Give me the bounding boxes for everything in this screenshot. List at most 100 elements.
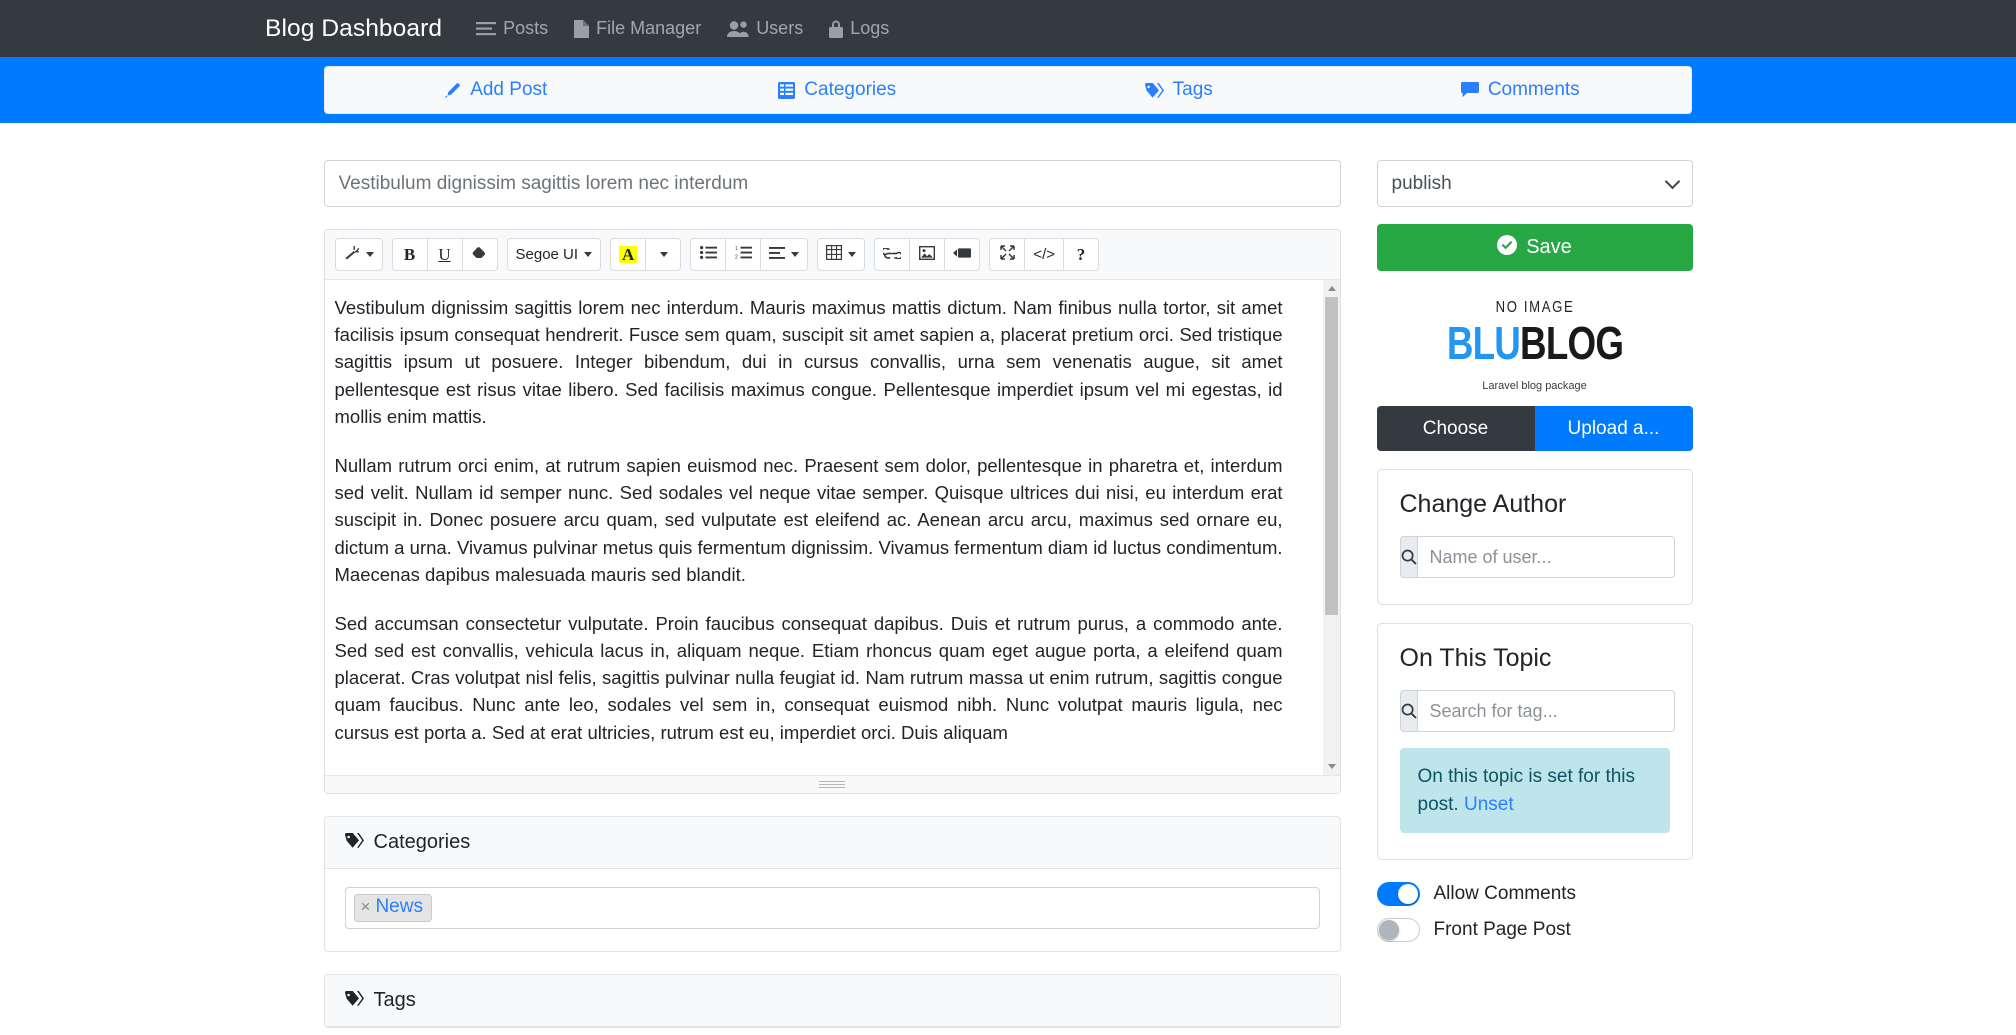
tags-card: Tags <box>323 974 1341 1028</box>
color-dropdown-button[interactable] <box>645 238 682 271</box>
scroll-up-arrow[interactable] <box>1323 280 1340 297</box>
brand-title[interactable]: Blog Dashboard <box>265 15 442 43</box>
top-navbar: Blog Dashboard Posts File Manager Users … <box>0 0 2016 57</box>
editor-content-area[interactable]: Vestibulum dignissim sagittis lorem nec … <box>324 280 1340 775</box>
comment-icon <box>1460 82 1479 98</box>
nav-item-file-manager[interactable]: File Manager <box>574 18 701 39</box>
scrollbar-track[interactable] <box>1323 297 1340 758</box>
allow-comments-row[interactable]: Allow Comments <box>1376 882 1693 907</box>
ordered-list-button[interactable]: 1 2 <box>725 238 762 271</box>
list-icon <box>476 21 497 37</box>
editor-toolbar: B U Segoe UI A 1 2 </> ? <box>324 230 1340 280</box>
list-group: 1 2 <box>690 238 809 271</box>
nav-label-file-manager: File Manager <box>596 18 702 38</box>
view-group: </> ? <box>989 238 1100 271</box>
video-button[interactable] <box>944 238 981 271</box>
categories-select[interactable]: × News <box>344 887 1320 929</box>
tab-label-comments: Comments <box>1487 79 1580 100</box>
font-color-group: A <box>610 238 682 271</box>
topic-search-input[interactable] <box>1416 690 1675 733</box>
magic-style-button[interactable] <box>334 238 383 271</box>
no-image-label: NO IMAGE <box>1495 299 1574 316</box>
allow-comments-label: Allow Comments <box>1433 883 1577 905</box>
save-button[interactable]: Save <box>1376 224 1693 271</box>
chip-remove-icon[interactable]: × <box>361 897 371 917</box>
post-status-select[interactable]: publish <box>1376 160 1693 207</box>
table-button[interactable] <box>817 238 866 271</box>
search-icon <box>1399 536 1417 579</box>
author-search-input[interactable] <box>1416 536 1675 579</box>
front-page-post-toggle[interactable] <box>1376 918 1420 943</box>
page-body: B U Segoe UI A <box>0 123 2016 1028</box>
author-search-group <box>1399 536 1675 579</box>
logo-caption: Laravel blog package <box>1482 380 1587 393</box>
format-group: B U <box>391 238 498 271</box>
tab-categories[interactable]: Categories <box>667 79 1009 101</box>
code-label: </> <box>1033 246 1056 263</box>
magic-wand-icon <box>344 245 360 264</box>
underline-button[interactable]: U <box>426 238 463 271</box>
style-group <box>334 238 383 271</box>
unordered-list-icon <box>699 246 717 263</box>
tab-comments[interactable]: Comments <box>1350 79 1692 101</box>
front-page-post-label: Front Page Post <box>1433 919 1571 941</box>
nav-item-users[interactable]: Users <box>727 18 803 39</box>
save-button-label: Save <box>1526 236 1572 258</box>
editor-text[interactable]: Vestibulum dignissim sagittis lorem nec … <box>325 280 1305 746</box>
svg-text:2: 2 <box>735 255 738 259</box>
bold-button[interactable]: B <box>391 238 428 271</box>
choose-image-button[interactable]: Choose <box>1376 406 1535 452</box>
eraser-icon <box>472 246 487 263</box>
tab-add-post[interactable]: Add Post <box>325 79 667 101</box>
fullscreen-button[interactable] <box>989 238 1026 271</box>
paragraph-align-button[interactable] <box>760 238 809 271</box>
picture-button[interactable] <box>909 238 946 271</box>
unset-topic-link[interactable]: Unset <box>1464 794 1514 815</box>
help-label: ? <box>1076 244 1086 264</box>
post-title-input[interactable] <box>323 160 1341 207</box>
upload-image-button[interactable]: Upload a... <box>1534 406 1693 452</box>
editor-resize-bar[interactable] <box>324 775 1340 793</box>
sidebar-column: publish Save NO IMAGE BLUBLOG Laravel bl… <box>1376 160 1693 1028</box>
search-icon <box>1399 690 1417 733</box>
chevron-down-icon <box>365 252 374 257</box>
tab-bar: Add Post Categories Tags Comments <box>324 66 1692 114</box>
tab-label-categories: Categories <box>804 79 897 100</box>
featured-image-placeholder: NO IMAGE BLUBLOG Laravel blog package <box>1377 289 1693 398</box>
image-buttons: Choose Upload a... <box>1376 406 1693 452</box>
nav-item-posts[interactable]: Posts <box>476 18 548 39</box>
scroll-down-arrow[interactable] <box>1323 758 1340 775</box>
resize-grip-icon[interactable] <box>819 781 845 788</box>
on-this-topic-alert: On this topic is set for this post. Unse… <box>1399 748 1670 834</box>
nav-label-users: Users <box>756 18 804 38</box>
nav-item-logs[interactable]: Logs <box>829 18 889 39</box>
post-status-value: publish <box>1391 172 1452 194</box>
highlight-a-icon: A <box>619 246 638 263</box>
font-name-button[interactable]: Segoe UI <box>506 238 602 271</box>
codeview-button[interactable]: </> <box>1024 238 1065 271</box>
rich-text-editor: B U Segoe UI A 1 2 </> ? Vestibulum dign… <box>323 229 1341 794</box>
nav-label-logs: Logs <box>850 18 890 38</box>
editor-scrollbar[interactable] <box>1322 280 1340 775</box>
video-icon <box>953 246 972 263</box>
remove-format-button[interactable] <box>461 238 498 271</box>
bold-label: B <box>403 244 416 264</box>
help-button[interactable]: ? <box>1063 238 1100 271</box>
accent-band: Add Post Categories Tags Comments <box>0 57 2016 123</box>
recent-color-button[interactable]: A <box>610 238 647 271</box>
tab-tags[interactable]: Tags <box>1008 79 1350 101</box>
fullscreen-icon <box>1000 245 1015 264</box>
categories-card: Categories × News <box>323 816 1341 952</box>
allow-comments-toggle[interactable] <box>1376 882 1420 907</box>
change-author-card: Change Author <box>1376 469 1693 606</box>
topic-search-group <box>1399 690 1675 733</box>
on-this-topic-card: On This Topic On this topic is set for t… <box>1376 623 1693 861</box>
unordered-list-button[interactable] <box>690 238 727 271</box>
category-chip[interactable]: × News <box>353 894 432 922</box>
scrollbar-thumb[interactable] <box>1325 297 1338 616</box>
front-page-post-row[interactable]: Front Page Post <box>1376 918 1693 943</box>
link-button[interactable] <box>874 238 911 271</box>
tags-icon <box>344 831 364 854</box>
categories-card-title: Categories <box>373 831 471 853</box>
image-icon <box>919 245 936 264</box>
